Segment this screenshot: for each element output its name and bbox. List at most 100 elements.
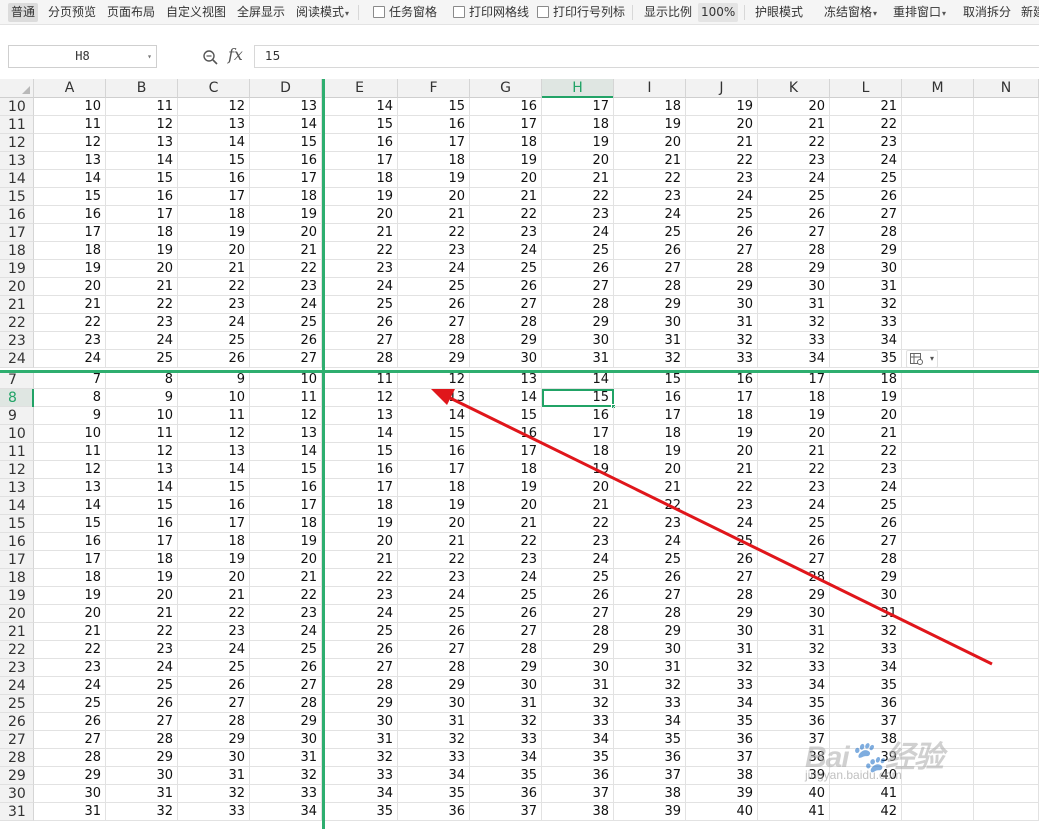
cell-c12[interactable]: 14	[178, 461, 250, 479]
cell-g18[interactable]: 24	[470, 242, 542, 260]
cell-i12[interactable]: 20	[614, 461, 686, 479]
cell-a15[interactable]: 15	[34, 515, 106, 533]
column-header-l[interactable]: L	[830, 79, 902, 98]
cell-l13[interactable]: 24	[830, 479, 902, 497]
cell-h13[interactable]: 20	[542, 479, 614, 497]
cell-j20[interactable]: 29	[686, 605, 758, 623]
cell-g22[interactable]: 28	[470, 314, 542, 332]
cell-k21[interactable]: 31	[758, 296, 830, 314]
cell-i11[interactable]: 19	[614, 116, 686, 134]
cell-b15[interactable]: 16	[106, 188, 178, 206]
cell-f12[interactable]: 17	[398, 134, 470, 152]
cell-i14[interactable]: 22	[614, 170, 686, 188]
cell-b10[interactable]: 11	[106, 98, 178, 116]
ribbon-item-10[interactable]: 100%	[698, 3, 739, 22]
cell-b16[interactable]: 17	[106, 206, 178, 224]
cell-k16[interactable]: 26	[758, 206, 830, 224]
cell-j19[interactable]: 28	[686, 260, 758, 278]
cell-l26[interactable]: 37	[830, 713, 902, 731]
cell-h10[interactable]: 17	[542, 98, 614, 116]
cell-b14[interactable]: 15	[106, 170, 178, 188]
cell-i25[interactable]: 33	[614, 695, 686, 713]
cell-i23[interactable]: 31	[614, 659, 686, 677]
cell-g9[interactable]: 15	[470, 407, 542, 425]
cell-h14[interactable]: 21	[542, 170, 614, 188]
cell-i17[interactable]: 25	[614, 551, 686, 569]
cell-m17[interactable]	[902, 224, 974, 242]
cell-a22[interactable]: 22	[34, 314, 106, 332]
cell-b29[interactable]: 30	[106, 767, 178, 785]
cell-i7[interactable]: 15	[614, 371, 686, 389]
column-header-j[interactable]: J	[686, 79, 758, 98]
cell-c15[interactable]: 17	[178, 188, 250, 206]
cell-i22[interactable]: 30	[614, 314, 686, 332]
cell-f13[interactable]: 18	[398, 152, 470, 170]
cell-m22[interactable]	[902, 641, 974, 659]
cell-i30[interactable]: 38	[614, 785, 686, 803]
cell-a21[interactable]: 21	[34, 296, 106, 314]
cell-c15[interactable]: 17	[178, 515, 250, 533]
cell-n14[interactable]	[974, 497, 1039, 515]
cell-m15[interactable]	[902, 188, 974, 206]
cell-c8[interactable]: 10	[178, 389, 250, 407]
cell-b7[interactable]: 8	[106, 371, 178, 389]
cell-h15[interactable]: 22	[542, 188, 614, 206]
cell-j8[interactable]: 17	[686, 389, 758, 407]
cell-i21[interactable]: 29	[614, 623, 686, 641]
cell-h17[interactable]: 24	[542, 224, 614, 242]
row-header-29[interactable]: 29	[0, 767, 34, 785]
row-header-20[interactable]: 20	[0, 605, 34, 623]
cell-f26[interactable]: 31	[398, 713, 470, 731]
cell-a23[interactable]: 23	[34, 659, 106, 677]
cell-m13[interactable]	[902, 152, 974, 170]
cell-a7[interactable]: 7	[34, 371, 106, 389]
cell-a18[interactable]: 18	[34, 242, 106, 260]
cell-l24[interactable]: 35	[830, 350, 902, 368]
row-header-13[interactable]: 13	[0, 479, 34, 497]
cell-j13[interactable]: 22	[686, 479, 758, 497]
cell-h24[interactable]: 31	[542, 677, 614, 695]
cell-j17[interactable]: 26	[686, 224, 758, 242]
cell-l22[interactable]: 33	[830, 314, 902, 332]
cell-h24[interactable]: 31	[542, 350, 614, 368]
cell-l12[interactable]: 23	[830, 461, 902, 479]
cell-l16[interactable]: 27	[830, 533, 902, 551]
cell-i11[interactable]: 19	[614, 443, 686, 461]
cell-f29[interactable]: 34	[398, 767, 470, 785]
cell-g21[interactable]: 27	[470, 296, 542, 314]
row-header-10[interactable]: 10	[0, 98, 34, 116]
cell-j13[interactable]: 22	[686, 152, 758, 170]
formula-input[interactable]: 15	[254, 45, 1039, 68]
cell-g23[interactable]: 29	[470, 659, 542, 677]
cell-d13[interactable]: 16	[250, 479, 322, 497]
cell-d28[interactable]: 31	[250, 749, 322, 767]
column-header-i[interactable]: I	[614, 79, 686, 98]
cell-n9[interactable]	[974, 407, 1039, 425]
cell-c26[interactable]: 28	[178, 713, 250, 731]
cell-f23[interactable]: 28	[398, 332, 470, 350]
cell-g16[interactable]: 22	[470, 206, 542, 224]
cell-k19[interactable]: 29	[758, 587, 830, 605]
cell-l20[interactable]: 31	[830, 278, 902, 296]
cell-b20[interactable]: 21	[106, 278, 178, 296]
cell-a19[interactable]: 19	[34, 260, 106, 278]
cell-j18[interactable]: 27	[686, 569, 758, 587]
cell-a23[interactable]: 23	[34, 332, 106, 350]
cell-g7[interactable]: 13	[470, 371, 542, 389]
cell-k15[interactable]: 25	[758, 515, 830, 533]
cell-m13[interactable]	[902, 479, 974, 497]
cell-c18[interactable]: 20	[178, 242, 250, 260]
cell-d11[interactable]: 14	[250, 116, 322, 134]
cell-b11[interactable]: 12	[106, 116, 178, 134]
cell-g11[interactable]: 17	[470, 443, 542, 461]
cell-h16[interactable]: 23	[542, 206, 614, 224]
cell-l20[interactable]: 31	[830, 605, 902, 623]
cell-j10[interactable]: 19	[686, 98, 758, 116]
cell-c10[interactable]: 12	[178, 425, 250, 443]
cell-e17[interactable]: 21	[322, 224, 398, 242]
cell-k17[interactable]: 27	[758, 224, 830, 242]
cell-h21[interactable]: 28	[542, 623, 614, 641]
cell-h23[interactable]: 30	[542, 332, 614, 350]
cell-a18[interactable]: 18	[34, 569, 106, 587]
cell-g11[interactable]: 17	[470, 116, 542, 134]
